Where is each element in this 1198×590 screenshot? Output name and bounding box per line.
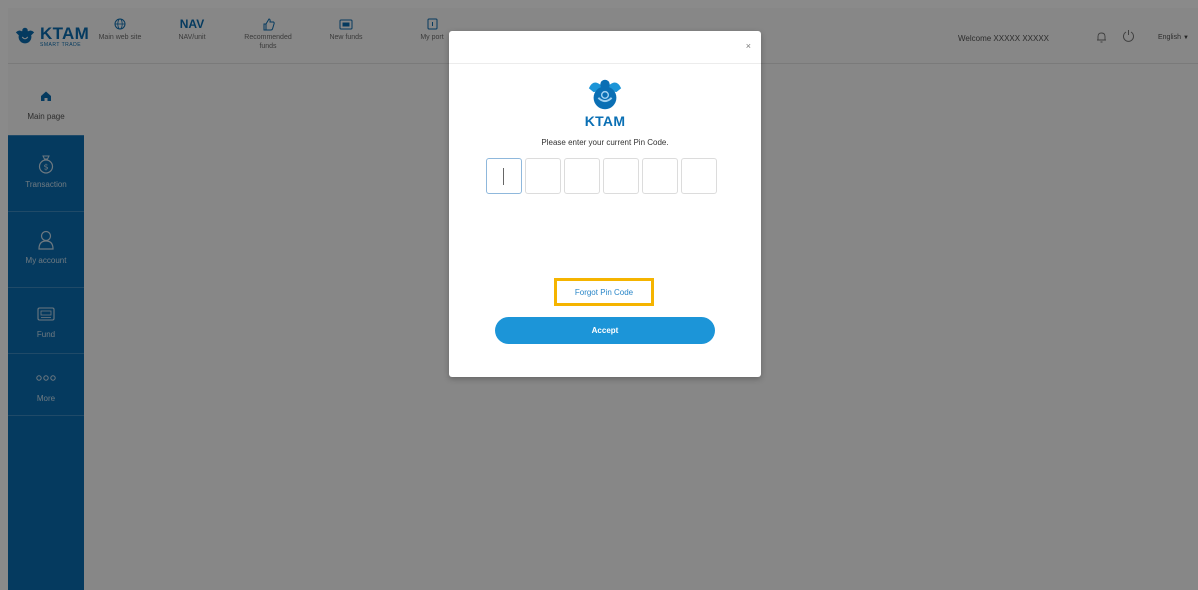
dialog-divider <box>449 63 761 64</box>
pin-digit-input[interactable] <box>681 158 717 194</box>
pin-digit-input[interactable] <box>564 158 600 194</box>
forgot-pin-link[interactable]: Forgot Pin Code <box>554 278 654 306</box>
pin-digit-input[interactable] <box>642 158 678 194</box>
pin-digit-input[interactable] <box>486 158 522 194</box>
pin-input-row <box>486 158 717 194</box>
close-icon[interactable]: × <box>746 41 751 51</box>
pin-digit-input[interactable] <box>525 158 561 194</box>
pin-code-dialog: × KTAM Please enter your current Pin Cod… <box>449 31 761 377</box>
pin-digit-input[interactable] <box>603 158 639 194</box>
ktam-bird-logo-icon <box>588 79 622 110</box>
dialog-brand-name: KTAM <box>584 113 626 129</box>
pin-prompt: Please enter your current Pin Code. <box>541 138 669 147</box>
dialog-logo: KTAM <box>449 75 761 129</box>
accept-button[interactable]: Accept <box>495 317 715 344</box>
